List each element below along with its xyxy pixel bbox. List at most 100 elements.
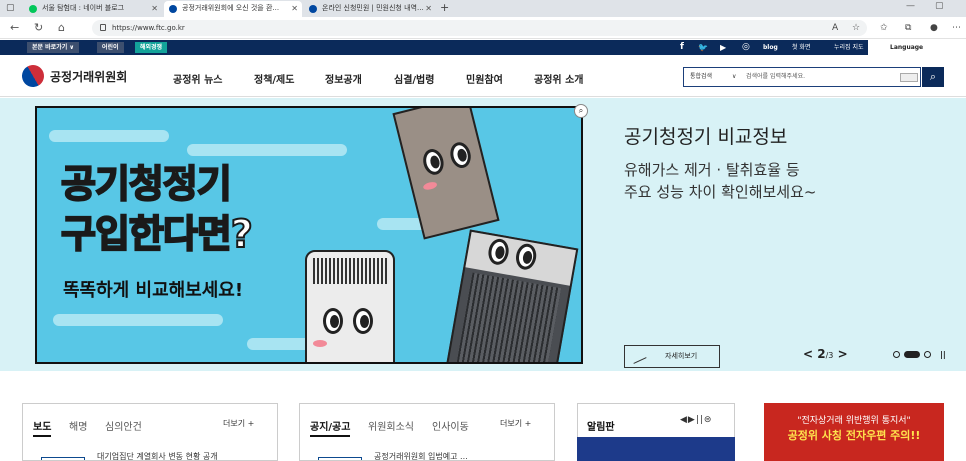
tab-personnel[interactable]: 인사이동 [432, 418, 469, 433]
browser-tab-minwon[interactable]: 온라인 신청민원 | 민원신청 내역... ✕ [304, 1, 436, 17]
instagram-icon[interactable]: ◎ [742, 41, 750, 54]
tab-notice[interactable]: 공지/공고 [310, 418, 351, 437]
new-tab-icon[interactable]: + [440, 1, 449, 15]
youtube-icon[interactable]: ▶ [720, 41, 726, 54]
maximize-icon[interactable]: ▢ [935, 1, 944, 11]
nav-policy[interactable]: 정책/제도 [254, 71, 294, 86]
sitemap-link[interactable]: 누리집 지도 [834, 43, 864, 52]
news-item[interactable]: 대기업집단 계열회사 변동 현황 공개 [97, 451, 218, 460]
nav-civil[interactable]: 민원참여 [466, 71, 503, 86]
warning-line-1: "전자상거래 위반행위 통지서" [797, 416, 911, 426]
dark-purifier-illustration [445, 229, 579, 362]
notice-box: 공지/공고 위원회소식 인사이동 더보기 + 공정거래위원회 입법예고 ... [299, 403, 555, 461]
banner-pager: < 2/3 > [803, 347, 848, 361]
chevron-down-icon[interactable]: ∨ [732, 68, 736, 86]
phishing-warning-banner[interactable]: "전자상거래 위반행위 통지서" 공정위 사칭 전자우편 주의!! [764, 403, 944, 461]
cloud-shape [187, 144, 347, 156]
close-icon[interactable]: ✕ [425, 1, 432, 16]
cheek-shape [313, 340, 327, 347]
banner-image-subtitle: 똑똑하게 비교해보세요! [63, 280, 244, 301]
browser-tab-blog[interactable]: 서울 탐험대 : 네이버 블로그 ✕ [24, 1, 162, 17]
prev-icon[interactable]: < [803, 347, 813, 361]
view-details-label: 자세히보기 [665, 352, 698, 360]
page-total: /3 [825, 351, 834, 360]
nav-about[interactable]: 공정위 소개 [534, 71, 583, 86]
notice-item[interactable]: 공정거래위원회 입법예고 ... [374, 451, 468, 460]
vent-grill [456, 272, 562, 362]
eye-shape [486, 237, 511, 267]
address-bar-row: ← ↻ ⌂ https://www.ftc.go.kr A ☆ ✩ ⧉ ● ⋯ [0, 17, 966, 39]
overseas-button[interactable]: 해외경쟁 [135, 42, 168, 53]
page-current: 2 [817, 347, 826, 361]
tab-press[interactable]: 보도 [33, 418, 52, 437]
tab-title: 공정거래위원회에 오신 것을 환... [182, 4, 280, 12]
cloud-shape [49, 130, 169, 142]
collections-icon[interactable]: ⧉ [905, 21, 911, 35]
tab-actions-icon[interactable]: ▢ [6, 1, 15, 15]
profile-icon[interactable]: ● [930, 21, 938, 35]
favorites-icon[interactable]: ✩ [880, 21, 888, 35]
banner-image-title-2: 구입한다면? [60, 211, 254, 257]
nav-decisions[interactable]: 심결/법령 [394, 71, 434, 86]
reload-icon[interactable]: ↻ [34, 20, 43, 36]
vent-grill [313, 258, 387, 284]
alert-title: 알림판 [587, 422, 615, 433]
next-icon[interactable]: > [838, 347, 848, 361]
alert-image[interactable] [577, 437, 735, 461]
back-icon[interactable]: ← [10, 20, 19, 36]
taegeuk-logo-icon[interactable] [17, 60, 49, 92]
slide-dot[interactable] [893, 351, 900, 358]
zoom-icon[interactable]: ⌕ [574, 104, 588, 118]
site-header: 공정거래위원회 공정위 뉴스 정책/제도 정보공개 심결/법령 민원참여 공정위… [0, 55, 966, 97]
close-icon[interactable]: ✕ [151, 1, 158, 16]
search-box: 통합검색 ∨ 검색어를 입력해주세요. [683, 67, 921, 87]
cloud-shape [53, 314, 223, 326]
eye-shape [420, 146, 447, 177]
skip-to-content-button[interactable]: 본문 바로가기 ∨ [27, 42, 80, 53]
notice-more-link[interactable]: 더보기 + [500, 418, 531, 429]
banner-image[interactable]: 공기청정기 구입한다면? 똑똑하게 비교해보세요! [35, 106, 583, 364]
search-scope-select[interactable]: 통합검색 [690, 68, 712, 86]
tab-title: 온라인 신청민원 | 민원신청 내역... [322, 4, 424, 12]
search-input[interactable]: 검색어를 입력해주세요. [746, 68, 805, 86]
nav-disclosure[interactable]: 정보공개 [325, 71, 362, 86]
nav-ftc-news[interactable]: 공정위 뉴스 [173, 71, 222, 86]
banner-title: 공기청정기 비교정보 [624, 126, 788, 148]
arrow-line-icon [633, 357, 647, 364]
cheek-shape [422, 180, 438, 191]
url-text: https://www.ftc.go.kr [112, 24, 185, 32]
gov-favicon-icon [309, 5, 317, 13]
eye-shape [353, 308, 373, 334]
read-aloud-icon[interactable]: A [832, 21, 838, 35]
tab-committee-news[interactable]: 위원회소식 [368, 418, 414, 433]
view-details-button[interactable]: 자세히보기 [624, 345, 720, 368]
twitter-icon[interactable]: 🐦 [698, 41, 708, 54]
slide-dot-active[interactable] [904, 351, 920, 358]
site-logo-text[interactable]: 공정거래위원회 [50, 68, 127, 85]
news-thumbnail [41, 457, 85, 460]
blog-icon[interactable]: blog [763, 41, 778, 54]
language-button[interactable]: Language [868, 40, 966, 55]
main-banner: 공기청정기 구입한다면? 똑똑하게 비교해보세요! ⌕ 공기청정기 비교정보 유… [0, 98, 966, 371]
browser-tab-ftc[interactable]: 공정거래위원회에 오신 것을 환... ✕ [164, 1, 302, 17]
pause-icon[interactable]: || [940, 350, 946, 359]
tab-agenda[interactable]: 심의안건 [105, 418, 142, 433]
search-button[interactable]: ⌕ [922, 67, 944, 87]
url-field[interactable]: https://www.ftc.go.kr [92, 20, 867, 36]
tab-clarify[interactable]: 해명 [69, 418, 87, 433]
facebook-icon[interactable]: f [680, 41, 684, 54]
more-icon[interactable]: ⋯ [952, 21, 961, 35]
news-box: 보도 해명 심의안건 더보기 + 대기업집단 계열회사 변동 현황 공개 [22, 403, 278, 461]
keyboard-icon[interactable] [900, 73, 918, 82]
minimize-icon[interactable]: — [906, 1, 915, 11]
home-link[interactable]: 첫 화면 [792, 43, 810, 52]
warning-line-2: 공정위 사칭 전자우편 주의!! [787, 429, 921, 442]
kids-button[interactable]: 어린이 [97, 42, 124, 53]
close-icon[interactable]: ✕ [291, 1, 298, 16]
news-more-link[interactable]: 더보기 + [223, 418, 254, 429]
favorite-add-icon[interactable]: ☆ [852, 21, 860, 35]
alert-controls[interactable]: ◀▶||⊜ [680, 415, 712, 425]
slide-dot[interactable] [924, 351, 931, 358]
lock-icon [100, 24, 106, 31]
home-icon[interactable]: ⌂ [58, 20, 65, 36]
